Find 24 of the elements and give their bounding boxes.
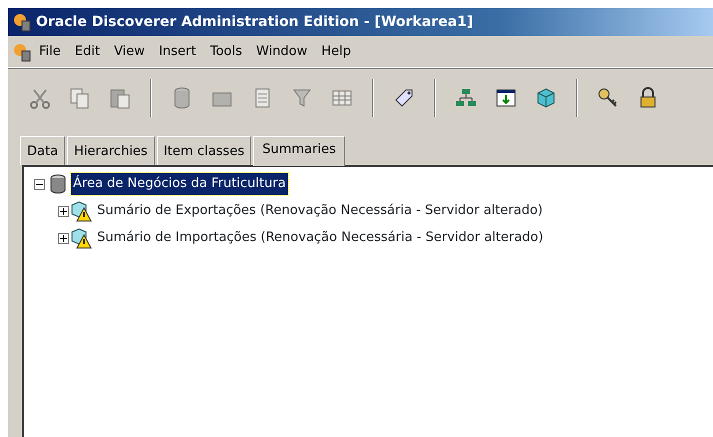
menu-item[interactable]: File	[32, 40, 68, 64]
menu-item[interactable]: Insert	[152, 40, 204, 64]
tab[interactable]: Summaries	[253, 136, 345, 166]
collapse-toggle[interactable]	[34, 178, 45, 190]
app-icon	[12, 12, 32, 32]
tree-item[interactable]: Área de Negócios da Fruticultura	[71, 173, 288, 195]
menu-item[interactable]: View	[106, 40, 152, 64]
menu-item[interactable]: Help	[314, 40, 358, 64]
menu-item[interactable]: Tools	[203, 40, 250, 64]
expand-toggle[interactable]	[58, 232, 69, 244]
tab[interactable]: Hierarchies	[67, 136, 155, 164]
window-title: Oracle Discoverer Administration Edition - [Workarea1]	[36, 12, 474, 32]
tab[interactable]: Item classes	[156, 136, 252, 164]
plus-icon	[59, 206, 68, 216]
menu-item[interactable]: Edit	[68, 40, 107, 64]
warning-cube-icon	[71, 200, 93, 222]
expand-toggle[interactable]	[58, 206, 69, 216]
menu-item[interactable]: Window	[249, 40, 314, 64]
tree-item[interactable]: Sumário de Exportações (Renovação Necessária - Servidor alterado)	[95, 200, 545, 222]
menu-app-icon[interactable]	[12, 42, 32, 62]
tree-item[interactable]: Sumário de Importações (Renovação Necessária - Servidor alterado)	[95, 227, 546, 249]
warning-cube-icon	[71, 227, 93, 249]
plus-icon	[59, 234, 68, 242]
tab[interactable]: Data	[20, 136, 66, 164]
